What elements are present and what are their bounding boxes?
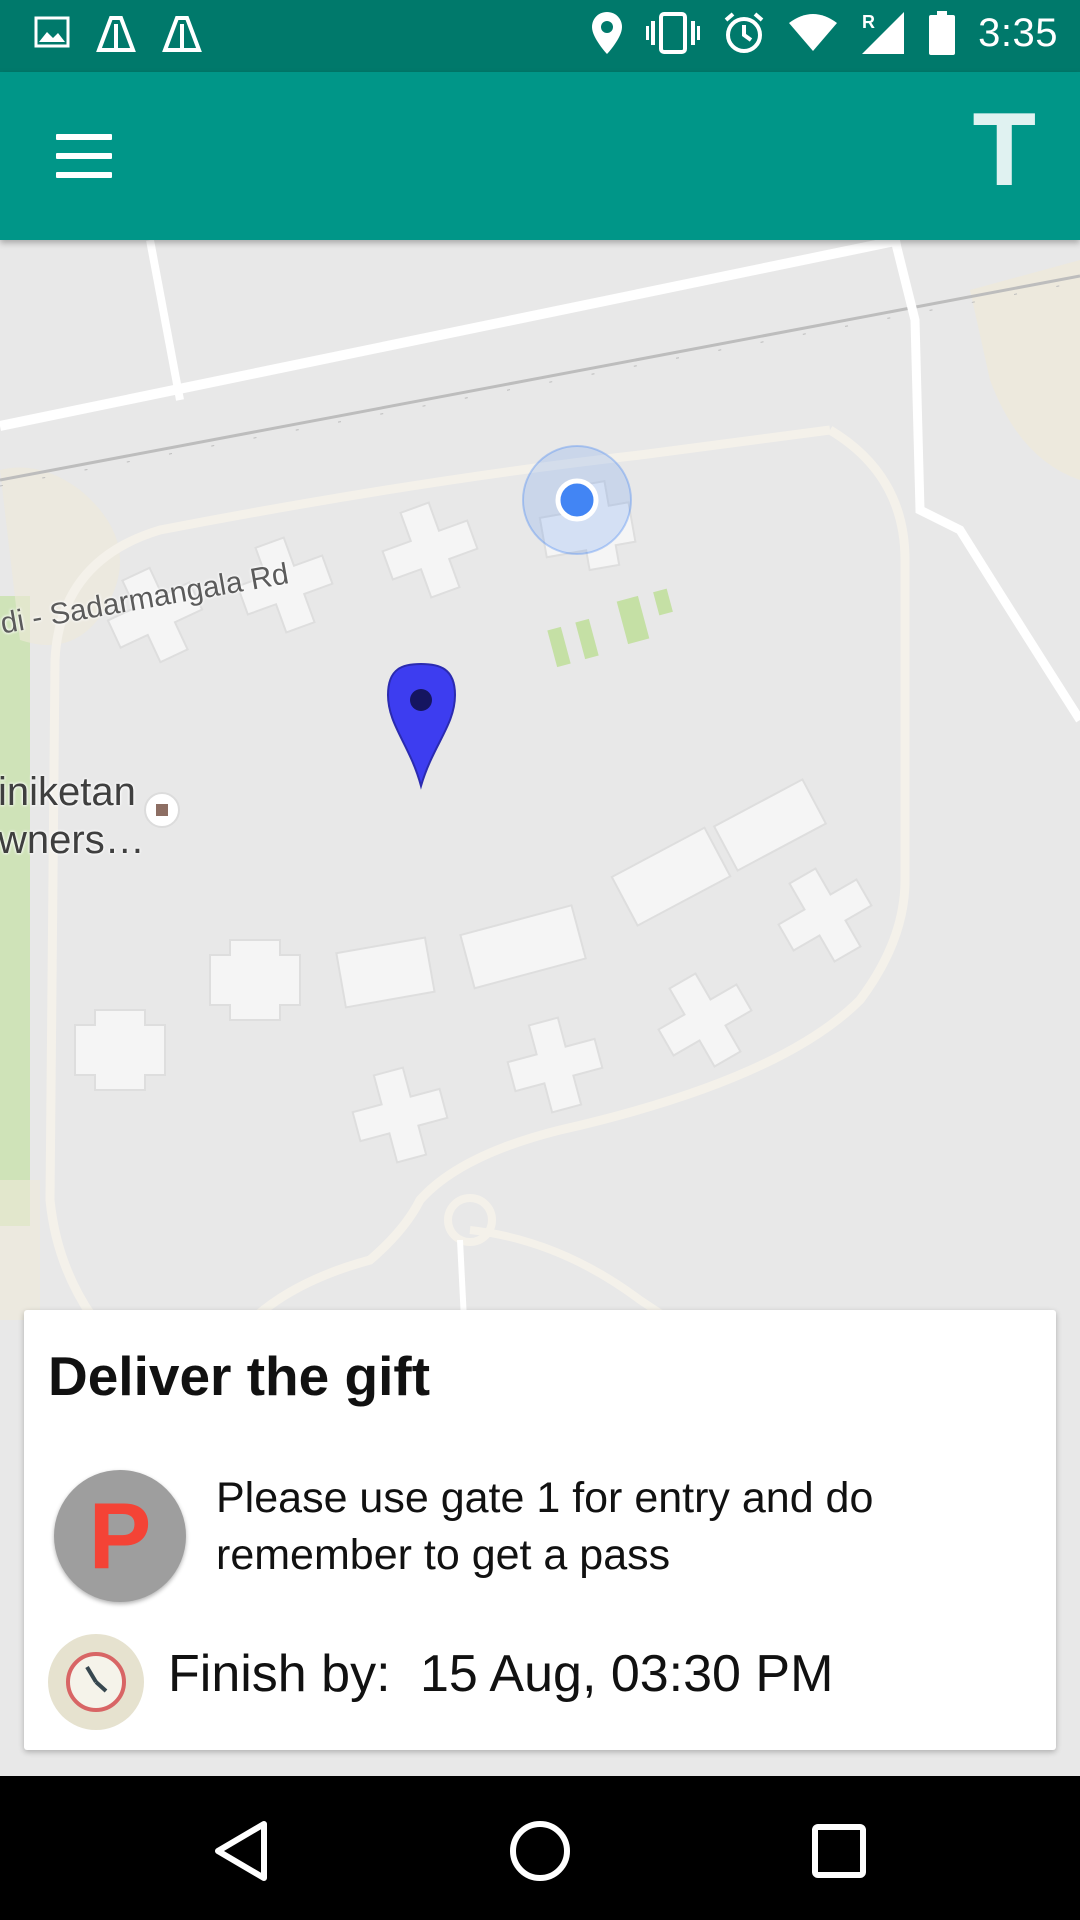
battery-icon: [928, 10, 956, 56]
road: [0, 240, 902, 431]
status-left-icons: [34, 14, 202, 54]
app-bar: T: [0, 72, 1080, 240]
status-time: 3:35: [978, 10, 1058, 55]
gallery-icon: [34, 14, 70, 54]
hamburger-menu-icon[interactable]: [40, 118, 130, 194]
alarm-icon: [722, 11, 766, 55]
app-notification-icon: [96, 14, 136, 54]
task-card[interactable]: Deliver the gift P Please use gate 1 for…: [24, 1310, 1056, 1750]
due-value: 15 Aug, 03:30 PM: [420, 1645, 834, 1703]
location-icon: [590, 10, 624, 56]
app-notification-icon: [162, 14, 202, 54]
poi-label: iniketan wners…: [0, 770, 145, 862]
note-avatar-letter: P: [88, 1483, 152, 1588]
park-area: [0, 596, 30, 1226]
vibrate-icon: [646, 11, 701, 55]
back-icon[interactable]: [196, 1806, 286, 1896]
clock-icon: [48, 1634, 144, 1730]
svg-text:R: R: [862, 12, 875, 32]
status-bar: R 3:35: [0, 0, 1080, 72]
due-label: Finish by:: [168, 1645, 405, 1703]
note-avatar: P: [54, 1470, 186, 1602]
current-location-marker[interactable]: [522, 445, 632, 555]
land-area: [0, 1180, 40, 1320]
app-logo[interactable]: T: [972, 98, 1036, 202]
roundabout: [444, 1194, 496, 1246]
garden-patches: [547, 588, 673, 668]
destination-pin-icon[interactable]: [386, 662, 457, 790]
signal-roaming-icon: R: [860, 10, 906, 56]
wifi-icon: [788, 13, 838, 53]
road: [146, 240, 184, 401]
system-nav-bar: [0, 1776, 1080, 1920]
recents-icon[interactable]: [794, 1806, 884, 1896]
poi-marker-dot: [156, 804, 168, 816]
task-note: Please use gate 1 for entry and do remem…: [216, 1474, 874, 1579]
home-icon[interactable]: [495, 1806, 585, 1896]
status-right-icons: R 3:35: [590, 10, 1058, 56]
task-title: Deliver the gift: [48, 1345, 431, 1407]
